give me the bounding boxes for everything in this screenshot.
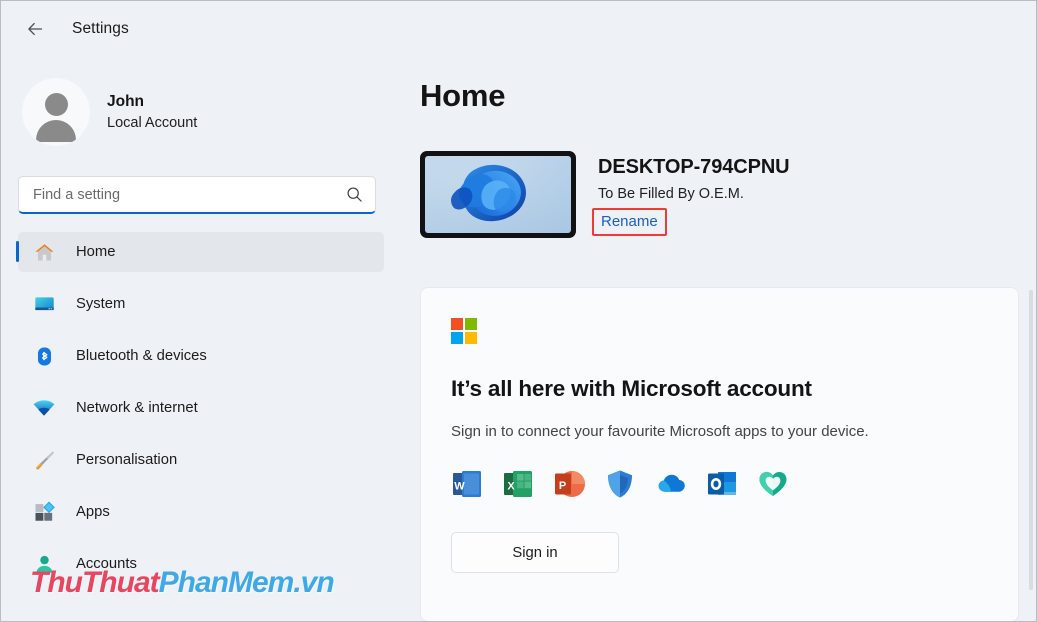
back-button[interactable] <box>18 12 52 46</box>
svg-text:X: X <box>507 481 515 493</box>
sidebar-item-label: Network & internet <box>76 400 198 416</box>
wifi-icon <box>32 396 56 420</box>
svg-text:W: W <box>454 481 465 493</box>
sidebar-item-network[interactable]: Network & internet <box>18 388 384 428</box>
main-scrollbar[interactable] <box>1029 290 1033 590</box>
windows-wallpaper-thumbnail <box>420 151 576 238</box>
sidebar-item-personalisation[interactable]: Personalisation <box>18 440 384 480</box>
device-info: DESKTOP-794CPNU To Be Filled By O.E.M. R… <box>598 151 790 236</box>
sidebar: John Local Account Hom <box>0 58 402 622</box>
user-avatar-icon <box>22 78 90 146</box>
microsoft-card-subtitle: Sign in to connect your favourite Micros… <box>451 423 1018 440</box>
navigation-list: Home <box>0 232 402 584</box>
sidebar-item-bluetooth[interactable]: Bluetooth & devices <box>18 336 384 376</box>
sidebar-item-label: Personalisation <box>76 452 177 468</box>
search-input[interactable] <box>33 187 346 203</box>
search-box[interactable] <box>18 176 376 214</box>
sidebar-item-label: Home <box>76 244 115 260</box>
device-name: DESKTOP-794CPNU <box>598 155 790 179</box>
sign-in-button[interactable]: Sign in <box>451 532 619 573</box>
bluetooth-icon <box>32 344 56 368</box>
monitor-icon <box>32 292 56 316</box>
account-block[interactable]: John Local Account <box>0 58 402 154</box>
apps-icon <box>32 500 56 524</box>
title-bar: Settings <box>0 0 1037 58</box>
account-text: John Local Account <box>107 92 197 133</box>
powerpoint-icon: P <box>553 468 585 500</box>
rename-highlight-box: Rename <box>592 208 667 236</box>
account-type: Local Account <box>107 113 197 133</box>
onedrive-icon <box>655 468 687 500</box>
family-safety-icon <box>757 468 789 500</box>
settings-window: Settings John Local Account <box>0 0 1037 622</box>
page-title: Home <box>420 78 1037 114</box>
sidebar-item-home[interactable]: Home <box>18 232 384 272</box>
outlook-icon <box>706 468 738 500</box>
sidebar-item-label: System <box>76 296 125 312</box>
sidebar-item-label: Bluetooth & devices <box>76 348 207 364</box>
excel-icon: X <box>502 468 534 500</box>
defender-icon <box>604 468 636 500</box>
microsoft-logo-icon <box>451 318 477 344</box>
word-icon: W <box>451 468 483 500</box>
rename-link[interactable]: Rename <box>601 213 658 230</box>
sidebar-item-label: Apps <box>76 504 110 520</box>
device-row: DESKTOP-794CPNU To Be Filled By O.E.M. R… <box>420 151 1037 238</box>
app-icon-row: W X P <box>451 468 1018 500</box>
account-name: John <box>107 92 197 111</box>
microsoft-account-card: It’s all here with Microsoft account Sig… <box>420 287 1019 622</box>
app-title: Settings <box>72 20 129 38</box>
search-icon[interactable] <box>346 186 363 203</box>
sidebar-item-accounts[interactable]: Accounts <box>18 544 384 584</box>
sidebar-item-label: Accounts <box>76 556 137 572</box>
device-oem: To Be Filled By O.E.M. <box>598 185 790 204</box>
sidebar-item-system[interactable]: System <box>18 284 384 324</box>
sidebar-item-apps[interactable]: Apps <box>18 492 384 532</box>
home-icon <box>32 240 56 264</box>
microsoft-card-title: It’s all here with Microsoft account <box>451 376 1018 402</box>
svg-text:P: P <box>559 480 566 492</box>
accounts-icon <box>32 552 56 576</box>
paintbrush-icon <box>32 448 56 472</box>
back-arrow-icon <box>25 19 45 39</box>
main-content: Home <box>402 58 1037 622</box>
